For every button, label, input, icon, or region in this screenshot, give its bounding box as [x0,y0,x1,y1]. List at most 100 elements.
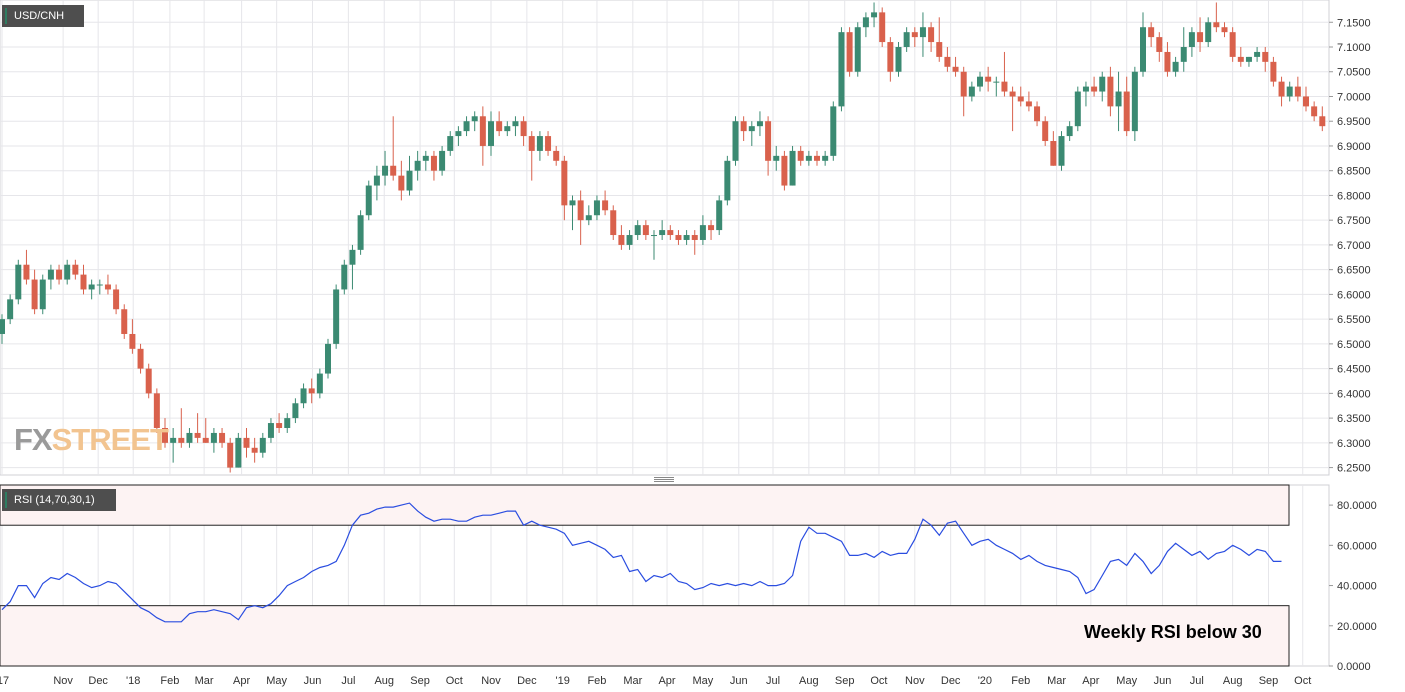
candle-down [602,200,609,211]
candle-up [569,200,576,206]
candle-up [977,76,983,87]
candle-up [724,160,731,201]
x-tick-label: Aug [1223,675,1243,687]
price-tick-label: 6.3000 [1337,438,1371,450]
candle-down [202,437,209,443]
candle-up [357,215,364,250]
candle-up [585,215,592,221]
candle-up [871,12,878,18]
candle-down [985,76,992,82]
candle-up [732,121,739,161]
candle-up [15,264,22,300]
candle-up [0,319,5,334]
fxstreet-logo: FXSTREET [14,422,169,458]
candle-up [488,121,494,146]
panel-resize-handle[interactable] [654,477,674,483]
candle-down [1221,27,1228,33]
candle-up [699,225,706,240]
candle-up [284,418,291,428]
candle-down [944,56,951,67]
candle-up [634,225,641,236]
candle-up [862,17,869,28]
candle-down [56,269,63,280]
price-tick-label: 6.8000 [1337,190,1371,202]
candle-down [227,442,234,468]
candle-up [47,269,54,280]
candle-down [479,116,486,146]
rsi-tick-label: 60.0000 [1337,540,1377,552]
x-tick-label: Sep [1259,675,1279,687]
candle-down [1017,96,1024,102]
candle-up [341,264,348,290]
candle-up [1205,22,1212,43]
candle-up [439,150,446,171]
time-x-axis: '17 Nov Dec '18 Feb Mar Apr May Jun Jul Aug Sep Oct N… [0,675,1311,687]
candle-down [137,348,144,369]
x-tick-label: Oct [1294,675,1311,687]
price-tick-label: 6.6000 [1337,289,1371,301]
x-tick-label: Apr [1082,675,1099,687]
candle-up [64,264,71,280]
candle-up [1245,56,1252,62]
candle-up [1286,86,1293,97]
candle-down [1156,37,1163,52]
x-tick-label: Feb [587,675,606,687]
candle-down [879,12,886,43]
candle-down [887,42,894,72]
candle-up [235,437,242,468]
x-tick-label: Feb [160,675,179,687]
candle-up [1058,136,1065,166]
candle-up [1115,91,1122,107]
x-tick-label: '17 [0,675,9,687]
x-tick-label: Aug [799,675,819,687]
candle-down [496,121,503,132]
candle-down [121,309,128,334]
candle-up [325,343,331,374]
logo-street: STREET [51,422,169,457]
candle-down [520,121,527,137]
rsi-indicator-label[interactable]: RSI (14,70,30,1) [2,489,116,511]
rsi-y-axis: 0.0000 20.0000 40.0000 60.0000 80.0000 [1329,500,1377,673]
candle-down [1123,91,1130,132]
candle-down [1025,101,1032,107]
rsi-tick-label: 0.0000 [1337,661,1371,673]
x-tick-label: Oct [870,675,887,687]
chart-canvas: 6.2500 6.3000 6.3500 6.4000 6.4500 6.5000 6.55… [0,0,1377,687]
x-tick-label: Dec [88,675,108,687]
x-tick-label: Aug [374,675,394,687]
candle-down [1197,32,1204,43]
candle-up [903,32,910,48]
candle-up [626,235,633,245]
rsi-overbought-band [0,485,1289,526]
x-tick-label: '18 [126,675,140,687]
candle-down [618,235,625,245]
candle-up [316,373,323,394]
candle-down [928,27,935,43]
price-tick-label: 6.2500 [1337,463,1371,475]
candle-up [267,423,274,438]
candle-up [822,155,829,161]
x-tick-label: Mar [1047,675,1066,687]
candle-down [145,368,152,394]
candle-down [1107,76,1114,107]
x-tick-label: Nov [53,675,73,687]
candle-down [691,235,698,240]
price-tick-label: 6.5000 [1337,339,1371,351]
candle-down [781,155,788,186]
rsi-tick-label: 20.0000 [1337,621,1377,633]
candle-up [1099,76,1106,92]
x-tick-label: Jun [1154,675,1172,687]
candle-up [805,155,812,161]
price-tick-label: 6.7500 [1337,215,1371,227]
price-tick-label: 6.8500 [1337,166,1371,178]
price-tick-label: 7.0500 [1337,67,1371,79]
candle-up [773,155,780,161]
candle-down [1278,81,1285,97]
x-tick-label: Jul [766,675,780,687]
symbol-label: USD/CNH [2,5,84,27]
candle-up [7,299,14,320]
candle-up [96,284,103,286]
candle-down [1034,106,1041,122]
candle-up [349,249,356,265]
candle-down [219,432,226,443]
